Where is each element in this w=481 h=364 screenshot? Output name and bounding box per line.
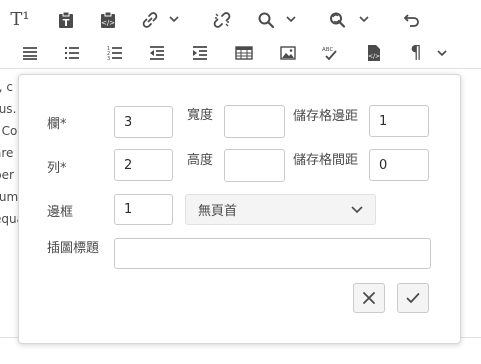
paste-from-word-button[interactable]: </>: [96, 8, 120, 32]
link-icon: [142, 12, 158, 28]
cell-spacing-input[interactable]: 0: [369, 149, 429, 181]
spellcheck-icon: ABC: [322, 47, 337, 61]
height-input[interactable]: [224, 149, 285, 182]
source-edit-icon: </>: [368, 45, 380, 61]
width-label: 寬度: [187, 108, 214, 123]
caption-input[interactable]: [114, 238, 431, 269]
find-replace-icon: [330, 12, 346, 28]
image-icon: [280, 46, 296, 60]
cell-spacing-label: 儲存格間距: [293, 153, 359, 168]
find-icon: [258, 12, 275, 29]
editor-text-line: rum: [0, 190, 19, 204]
toolbar-divider: [0, 68, 481, 69]
rows-label: 欄*: [47, 117, 67, 132]
outdent-button[interactable]: [145, 41, 169, 65]
editor-text-line: equa: [0, 212, 20, 226]
height-label: 高度: [187, 153, 214, 168]
table-properties-dialog: 欄* 3 寬度 儲存格邊距 1 列* 2 高度 儲存格間距 0 邊框 1 無頁首…: [18, 74, 461, 344]
cancel-button[interactable]: [353, 283, 385, 313]
svg-text:</>: </>: [101, 19, 115, 27]
editor-content-text: t, c tus. . Co are per rum equa: [0, 76, 20, 276]
find-replace-button[interactable]: [326, 8, 350, 32]
find-button[interactable]: [254, 8, 278, 32]
columns-label: 列*: [47, 161, 67, 176]
header-select-value: 無頁首: [198, 204, 238, 219]
table-button[interactable]: [232, 41, 256, 65]
paragraph-format-icon: ¶: [410, 42, 422, 63]
cell-padding-input[interactable]: 1: [369, 105, 429, 137]
unlink-icon: [213, 12, 231, 28]
justify-align-button[interactable]: [18, 41, 42, 65]
bulleted-list-button[interactable]: [60, 41, 84, 65]
paste-plain-text-button[interactable]: T: [54, 8, 78, 32]
save-button[interactable]: [397, 283, 429, 313]
chevron-down-icon: [351, 206, 363, 214]
editor-text-line: are: [0, 146, 14, 160]
justify-align-icon: [23, 47, 37, 60]
link-dropdown-chevron-icon[interactable]: [169, 16, 179, 23]
paragraph-format-button[interactable]: ¶: [404, 41, 428, 65]
border-input[interactable]: 1: [114, 194, 173, 225]
find-replace-dropdown-chevron-icon[interactable]: [359, 16, 369, 23]
bulleted-list-icon: [65, 47, 79, 59]
editor-text-line: per: [0, 168, 14, 182]
columns-input[interactable]: 2: [114, 149, 173, 181]
paste-plain-text-icon: T: [59, 11, 73, 29]
header-select[interactable]: 無頁首: [185, 194, 376, 225]
unlink-button[interactable]: [210, 8, 234, 32]
cell-padding-label: 儲存格邊距: [293, 109, 359, 124]
svg-text:3: 3: [107, 56, 110, 61]
svg-text:</>: </>: [368, 53, 380, 60]
undo-button[interactable]: [400, 8, 424, 32]
close-icon: [363, 292, 375, 304]
svg-text:T: T: [63, 18, 70, 29]
superscript-text-icon: T¹: [10, 9, 30, 30]
checkmark-icon: [406, 293, 420, 304]
svg-text:ABC: ABC: [322, 47, 333, 53]
spellcheck-button[interactable]: ABC: [318, 41, 342, 65]
image-button[interactable]: [276, 41, 300, 65]
border-label: 邊框: [47, 205, 74, 220]
numbered-list-icon: 123: [107, 46, 122, 61]
outdent-icon: [150, 46, 164, 60]
superscript-text-button[interactable]: T¹: [8, 8, 32, 32]
editor-text-line: tus.: [0, 102, 17, 116]
indent-button[interactable]: [188, 41, 212, 65]
indent-icon: [193, 46, 207, 60]
paste-from-word-icon: </>: [101, 11, 115, 28]
rows-input[interactable]: 3: [114, 106, 173, 138]
paragraph-format-dropdown-chevron-icon[interactable]: [437, 50, 447, 57]
editor-text-line: . Co: [0, 124, 18, 138]
link-button[interactable]: [138, 8, 162, 32]
source-edit-button[interactable]: </>: [362, 41, 386, 65]
rich-text-toolbar: T¹ T </> 123 ABC </> ¶: [0, 0, 481, 68]
caption-label: 插圖標題: [47, 241, 100, 256]
table-icon: [235, 46, 253, 60]
find-dropdown-chevron-icon[interactable]: [286, 16, 296, 23]
undo-icon: [403, 14, 419, 27]
editor-text-line: t, c: [0, 80, 13, 94]
width-input[interactable]: [224, 105, 285, 138]
numbered-list-button[interactable]: 123: [103, 41, 127, 65]
